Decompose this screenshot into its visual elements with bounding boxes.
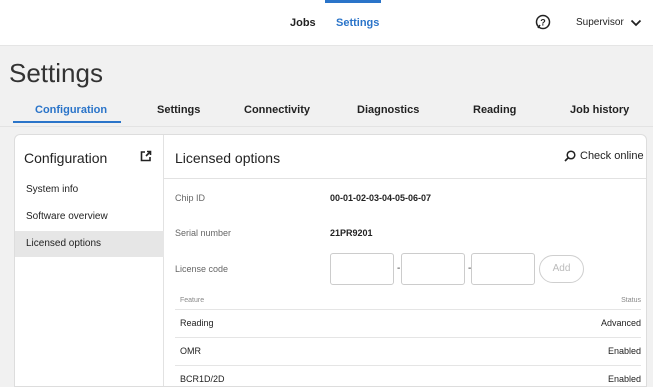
user-menu-label[interactable]: Supervisor bbox=[576, 17, 624, 28]
active-tab-indicator bbox=[13, 121, 121, 123]
check-online-button[interactable]: Check online bbox=[564, 150, 644, 162]
configuration-sidebar: Configuration System info Software overv… bbox=[15, 135, 164, 386]
sidebar-title: Configuration bbox=[24, 150, 108, 166]
table-row: Reading Advanced bbox=[175, 309, 641, 337]
feature-status: Enabled bbox=[607, 374, 641, 384]
sidebar-item-licensed-options[interactable]: Licensed options bbox=[15, 231, 164, 257]
feature-name: Reading bbox=[180, 318, 214, 328]
chevron-down-icon[interactable] bbox=[630, 18, 642, 28]
tab-settings[interactable]: Settings bbox=[157, 104, 200, 116]
tab-connectivity[interactable]: Connectivity bbox=[244, 104, 310, 116]
sidebar-item-system-info[interactable]: System info bbox=[15, 177, 164, 203]
svg-text:?: ? bbox=[540, 18, 546, 28]
table-row: OMR Enabled bbox=[175, 337, 641, 365]
sidebar-item-software-overview[interactable]: Software overview bbox=[15, 204, 164, 230]
tab-job-history[interactable]: Job history bbox=[570, 104, 629, 116]
search-icon bbox=[564, 150, 576, 162]
license-code-label: License code bbox=[175, 264, 229, 274]
tabs-divider bbox=[0, 126, 653, 127]
configuration-panel: Configuration System info Software overv… bbox=[14, 134, 647, 387]
license-code-field-1[interactable] bbox=[330, 253, 394, 285]
feature-status: Enabled bbox=[607, 346, 641, 356]
column-header-status: Status bbox=[621, 297, 641, 304]
content-divider bbox=[164, 178, 646, 179]
serial-number-label: Serial number bbox=[175, 228, 232, 238]
tab-configuration[interactable]: Configuration bbox=[35, 104, 107, 116]
nav-settings[interactable]: Settings bbox=[336, 17, 379, 29]
feature-name: OMR bbox=[180, 346, 201, 356]
active-nav-indicator bbox=[325, 0, 381, 3]
feature-status: Advanced bbox=[600, 318, 641, 328]
content-title: Licensed options bbox=[175, 150, 281, 166]
top-bar: Jobs Settings ? Supervisor bbox=[0, 0, 653, 46]
settings-tabs: Configuration Settings Connectivity Diag… bbox=[0, 96, 653, 126]
tab-reading[interactable]: Reading bbox=[473, 104, 516, 116]
chip-id-value: 00-01-02-03-04-05-06-07 bbox=[330, 193, 432, 203]
nav-jobs[interactable]: Jobs bbox=[290, 17, 316, 29]
page-title: Settings bbox=[9, 58, 103, 88]
licensed-options-content: Licensed options Check online Chip ID 00… bbox=[164, 135, 646, 386]
check-online-label: Check online bbox=[580, 150, 644, 162]
column-header-feature: Feature bbox=[180, 297, 205, 304]
help-icon[interactable]: ? bbox=[535, 14, 551, 30]
serial-number-value: 21PR9201 bbox=[330, 228, 373, 238]
open-external-icon[interactable] bbox=[139, 150, 152, 163]
tab-diagnostics[interactable]: Diagnostics bbox=[357, 104, 419, 116]
license-code-field-3[interactable] bbox=[471, 253, 535, 285]
license-code-separator: - bbox=[397, 263, 401, 274]
table-row: BCR1D/2D Enabled bbox=[175, 365, 641, 386]
chip-id-label: Chip ID bbox=[175, 193, 206, 203]
license-code-field-2[interactable] bbox=[401, 253, 465, 285]
add-license-button[interactable]: Add bbox=[539, 255, 584, 283]
feature-name: BCR1D/2D bbox=[180, 374, 225, 384]
